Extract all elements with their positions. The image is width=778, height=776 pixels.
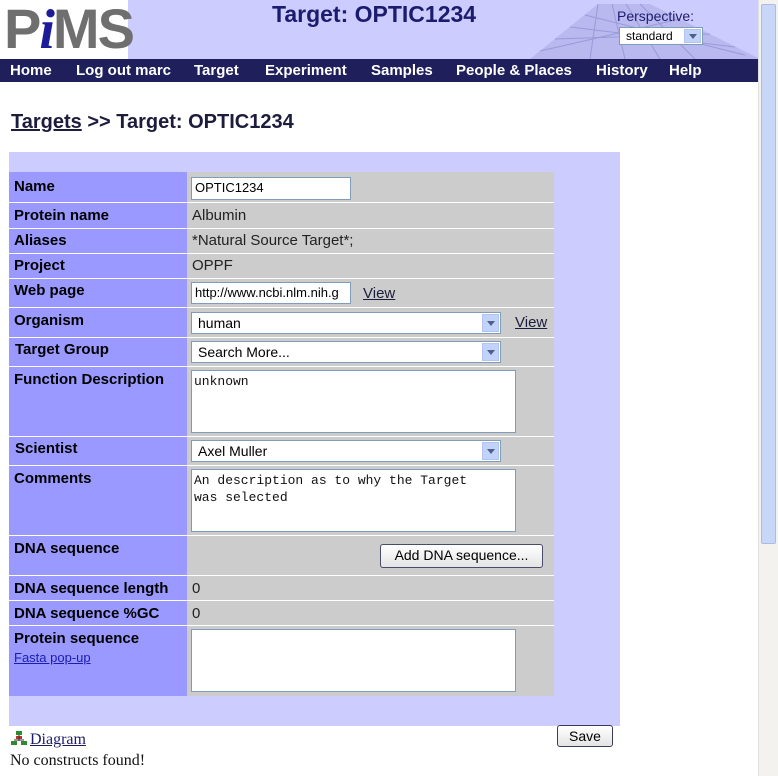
aliases-label: Aliases <box>14 232 67 249</box>
perspective-label: Perspective: <box>617 8 695 24</box>
diagram-link-label[interactable]: Diagram <box>30 731 86 748</box>
row-divider <box>9 625 554 626</box>
fasta-popup-link[interactable]: Fasta pop-up <box>14 650 91 665</box>
chevron-down-icon[interactable] <box>482 442 499 460</box>
menu-history[interactable]: History <box>596 62 648 79</box>
row-divider <box>9 307 554 308</box>
web-page-view-link[interactable]: View <box>363 285 395 302</box>
row-divider <box>9 337 554 338</box>
chevron-down-icon[interactable] <box>482 314 499 332</box>
web-page-label: Web page <box>14 282 85 299</box>
row-divider <box>9 436 554 437</box>
dna-length-value: 0 <box>192 580 201 597</box>
chevron-down-icon[interactable] <box>684 29 701 43</box>
dna-gc-label: DNA sequence %GC <box>14 605 160 622</box>
dna-length-label: DNA sequence length <box>14 580 169 597</box>
organism-value: human <box>198 315 241 331</box>
name-label: Name <box>14 178 55 195</box>
comments-textarea[interactable]: An description as to why the Target was … <box>191 469 516 532</box>
menu-samples[interactable]: Samples <box>371 62 433 79</box>
scientist-select[interactable]: Axel Muller <box>191 440 501 462</box>
scientist-value: Axel Muller <box>198 443 268 459</box>
protein-sequence-label: Protein sequence <box>14 630 140 647</box>
web-page-input[interactable]: http://www.ncbi.nlm.nih.g <box>191 282 351 304</box>
main-menu: Home Log out marc Target Experiment Samp… <box>0 59 758 82</box>
menu-logout[interactable]: Log out marc <box>76 62 171 79</box>
protein-name-label: Protein name <box>14 207 110 224</box>
logo-text: PiMS <box>4 0 135 59</box>
name-input[interactable]: OPTIC1234 <box>191 177 351 200</box>
add-dna-sequence-button[interactable]: Add DNA sequence... <box>380 544 543 568</box>
row-divider <box>9 575 554 576</box>
menu-experiment[interactable]: Experiment <box>265 62 347 79</box>
project-value: OPPF <box>192 257 233 274</box>
breadcrumb: Targets >> Target: OPTIC1234 <box>11 111 294 134</box>
row-divider <box>9 228 554 229</box>
organism-select[interactable]: human <box>191 312 501 334</box>
menu-home[interactable]: Home <box>10 62 52 79</box>
function-description-label: Function Description <box>14 371 164 388</box>
scrollbar-thumb[interactable] <box>761 4 776 544</box>
perspective-value: standard <box>626 29 673 43</box>
perspective-select[interactable]: standard <box>619 27 703 45</box>
menu-help[interactable]: Help <box>669 62 702 79</box>
form-data-column <box>187 172 554 696</box>
row-divider <box>9 366 554 367</box>
diagram-link[interactable]: Diagram <box>11 731 86 749</box>
row-divider <box>9 535 554 536</box>
row-divider <box>9 278 554 279</box>
row-divider <box>9 600 554 601</box>
vertical-scrollbar[interactable] <box>758 0 778 776</box>
project-label: Project <box>14 257 65 274</box>
target-group-label: Target Group <box>15 341 109 358</box>
breadcrumb-current: Target: OPTIC1234 <box>116 111 294 133</box>
protein-sequence-textarea[interactable] <box>191 629 516 692</box>
row-divider <box>9 202 554 203</box>
aliases-value: *Natural Source Target*; <box>192 232 354 249</box>
comments-label: Comments <box>14 470 92 487</box>
dna-gc-value: 0 <box>192 605 201 622</box>
organism-label: Organism <box>14 312 85 329</box>
protein-name-value: Albumin <box>192 207 247 224</box>
menu-target[interactable]: Target <box>194 62 239 79</box>
scientist-label: Scientist <box>15 440 78 457</box>
row-divider <box>9 253 554 254</box>
breadcrumb-targets-link[interactable]: Targets <box>11 111 82 133</box>
organism-view-link[interactable]: View <box>515 314 547 331</box>
status-message: No constructs found! <box>10 752 146 769</box>
page-title: Target: OPTIC1234 <box>272 1 477 27</box>
pims-logo: PiMS <box>0 0 135 59</box>
target-group-value: Search More... <box>198 344 290 360</box>
menu-people-places[interactable]: People & Places <box>456 62 572 79</box>
save-button[interactable]: Save <box>557 725 613 747</box>
row-divider <box>9 465 554 466</box>
breadcrumb-separator: >> <box>87 111 111 133</box>
dna-sequence-label: DNA sequence <box>14 540 120 557</box>
function-description-textarea[interactable]: unknown <box>191 370 516 433</box>
diagram-icon <box>11 731 27 745</box>
chevron-down-icon[interactable] <box>482 343 499 361</box>
page-header: PiMS Target: OPTIC1234 Perspective: stan… <box>0 0 758 59</box>
target-group-select[interactable]: Search More... <box>191 341 501 363</box>
